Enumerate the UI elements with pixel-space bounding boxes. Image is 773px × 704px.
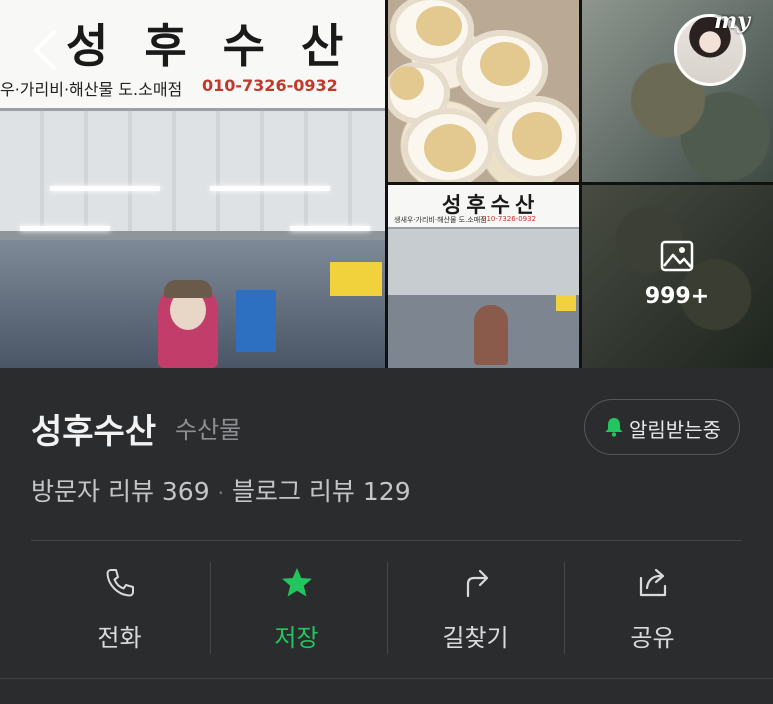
ceiling-light: [50, 186, 160, 191]
photo-more[interactable]: [582, 185, 773, 368]
blog-reviews-link[interactable]: 블로그 리뷰 129: [232, 477, 411, 506]
store-sign-subtitle: 우·가리비·해산물 도.소매점: [0, 80, 183, 99]
store2-sign-subtitle: 생새우·가리비·해산물 도.소매점: [394, 216, 487, 224]
save-label: 저장: [274, 624, 319, 652]
market-ceiling: [0, 111, 385, 231]
share-icon: [639, 568, 667, 597]
yellow-stall-sign: [330, 262, 382, 296]
action-bar: 전화 저장 길찾기 공유: [31, 542, 741, 672]
photo-scallops[interactable]: [388, 0, 579, 182]
store-sign-phone: 010-7326-0932: [202, 76, 338, 95]
visitor-reviews-link[interactable]: 방문자 리뷰 369: [31, 477, 210, 506]
place-name: 성후수산: [31, 412, 157, 452]
review-separator: ·: [217, 481, 224, 505]
call-button[interactable]: 전화: [31, 542, 208, 672]
my-badge-label: my: [714, 8, 751, 34]
photo-gallery: 성 후 수 산 우·가리비·해산물 도.소매점 010-7326-0932 성후…: [0, 0, 773, 368]
photo-count[interactable]: 999+: [612, 284, 742, 309]
directions-button[interactable]: 길찾기: [387, 542, 564, 672]
place-category: 수산물: [175, 416, 242, 444]
store2-sign-phone: 010-7326-0932: [482, 215, 537, 223]
image-gallery-icon: [660, 240, 694, 272]
directions-icon: [466, 569, 489, 598]
share-button[interactable]: 공유: [564, 542, 741, 672]
divider: [31, 540, 741, 541]
photo-storefront-2[interactable]: 성후수산 생새우·가리비·해산물 도.소매점 010-7326-0932: [388, 185, 579, 368]
back-arrow-icon[interactable]: [28, 28, 62, 72]
ceiling-light: [290, 226, 370, 231]
directions-label: 길찾기: [442, 624, 509, 652]
call-label: 전화: [97, 624, 142, 652]
star-icon: [282, 568, 312, 597]
alarm-button[interactable]: 알림받는중: [584, 399, 740, 455]
stall-sign: [236, 290, 276, 352]
share-label: 공유: [630, 624, 675, 652]
ceiling-light: [210, 186, 330, 191]
review-summary: 방문자 리뷰 369 · 블로그 리뷰 129: [31, 472, 411, 508]
phone-icon: [106, 569, 134, 597]
bottom-divider: [0, 678, 773, 679]
alarm-label: 알림받는중: [629, 418, 721, 442]
bell-icon: [605, 418, 623, 437]
save-button[interactable]: 저장: [208, 542, 385, 672]
store-sign-title: 성 후 수 산: [66, 19, 354, 73]
vendor-hat: [164, 280, 212, 298]
ceiling-light: [20, 226, 110, 231]
